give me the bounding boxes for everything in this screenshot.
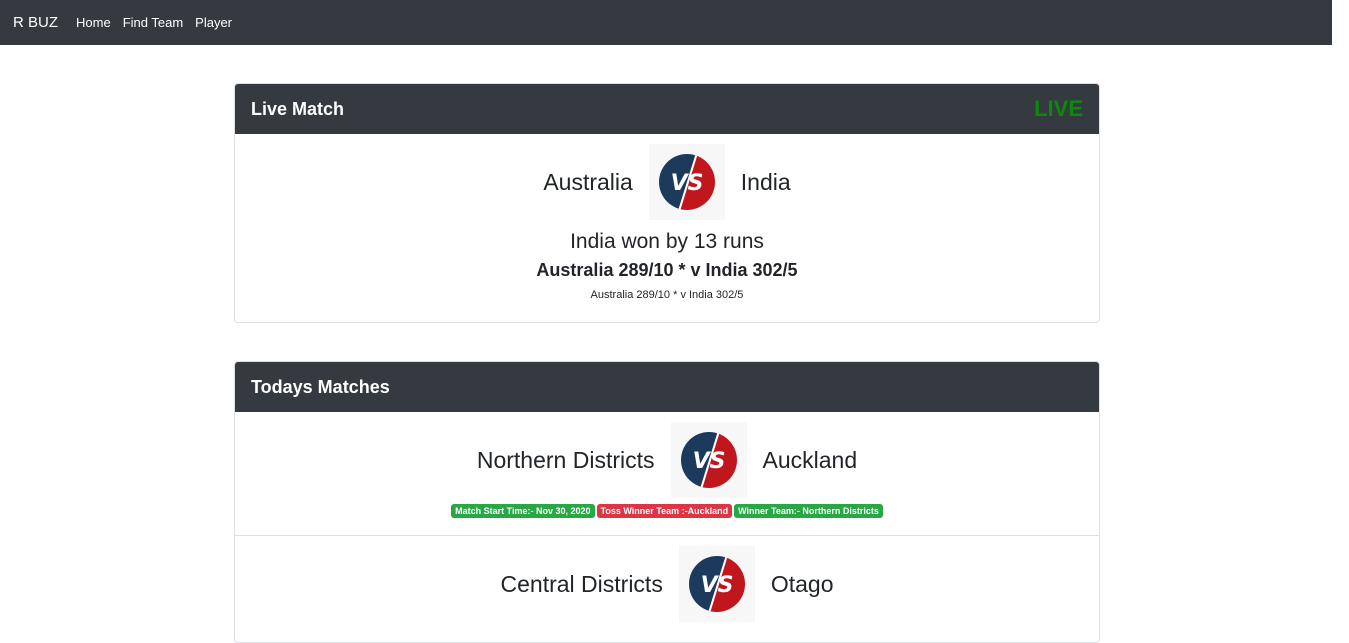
todays-matches-card: Todays Matches Northern Districts VS Auc…	[234, 361, 1100, 643]
match-team-2: Auckland	[762, 446, 858, 473]
team-2-name: India	[740, 168, 791, 195]
vs-icon: VS	[678, 546, 755, 622]
match-team-1: Central Districts	[500, 570, 663, 597]
todays-matches-title: Todays Matches	[251, 376, 390, 397]
match-badges: Match Start Time:- Nov 30, 2020 Toss Win…	[235, 504, 1099, 518]
nav-link-home[interactable]: Home	[76, 15, 111, 30]
match-result: India won by 13 runs	[570, 230, 764, 253]
top-navbar: R BUZ Home Find Team Player	[0, 0, 1332, 45]
score-summary: Australia 289/10 * v India 302/5	[536, 260, 798, 280]
match-item[interactable]: Central Districts VS Otago	[235, 536, 1099, 642]
match-team-1: Northern Districts	[476, 446, 655, 473]
score-detail: Australia 289/10 * v India 302/5	[590, 289, 744, 301]
live-teams-row: Australia VS India	[235, 144, 1099, 220]
live-match-card: Live Match LIVE Australia VS India India…	[234, 83, 1100, 323]
toss-winner-badge: Toss Winner Team :-Auckland	[596, 504, 733, 518]
vs-icon: VS	[648, 144, 725, 220]
live-match-title: Live Match	[251, 98, 345, 119]
todays-matches-header: Todays Matches	[235, 362, 1099, 412]
svg-text:VS: VS	[700, 573, 733, 598]
live-indicator: LIVE	[1034, 96, 1083, 121]
nav-link-find-team[interactable]: Find Team	[123, 15, 183, 30]
match-teams-row: Northern Districts VS Auckland	[235, 422, 1099, 498]
match-item[interactable]: Northern Districts VS Auckland Match Sta	[235, 412, 1099, 536]
match-start-badge: Match Start Time:- Nov 30, 2020	[451, 504, 595, 518]
vs-icon: VS	[670, 422, 747, 498]
live-match-header: Live Match LIVE	[235, 84, 1099, 134]
live-match-body: Australia VS India India won by 13 runs …	[235, 134, 1099, 301]
team-1-name: Australia	[543, 168, 633, 195]
nav-link-player[interactable]: Player	[195, 15, 232, 30]
svg-text:VS: VS	[692, 449, 725, 474]
winner-team-badge: Winner Team:- Northern Districts	[734, 504, 883, 518]
match-team-2: Otago	[770, 570, 834, 597]
svg-text:VS: VS	[670, 171, 703, 196]
brand-logo[interactable]: R BUZ	[13, 14, 58, 31]
match-teams-row: Central Districts VS Otago	[235, 546, 1099, 622]
